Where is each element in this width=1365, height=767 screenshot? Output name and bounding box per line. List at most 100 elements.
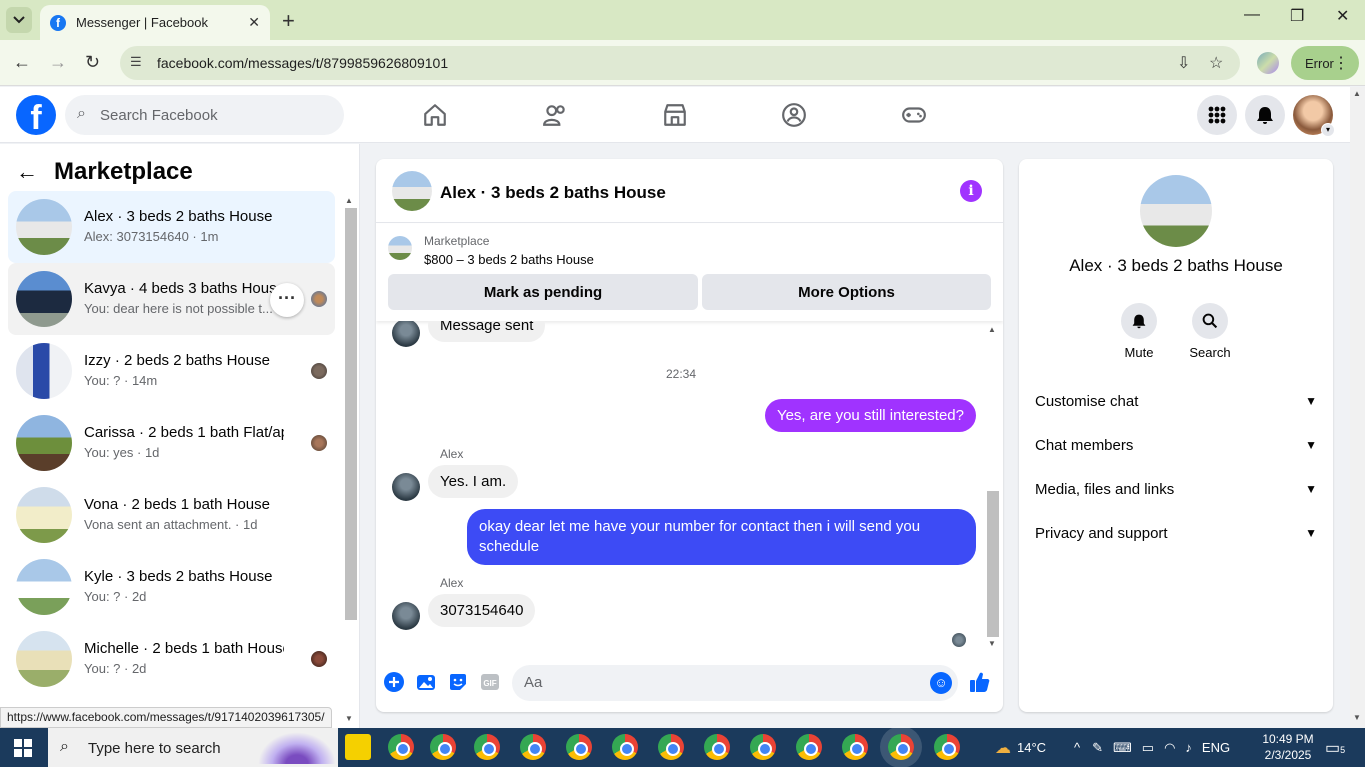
conversation-item[interactable]: Carissa · 2 beds 1 bath Flat/ap... You: … [8,407,335,479]
pen-icon[interactable]: ✎ [1092,740,1103,756]
tab-search-button[interactable] [6,7,32,33]
restore-button[interactable]: ❐ [1290,6,1304,26]
volume-icon[interactable]: ♪ [1185,740,1192,755]
chat-header: Alex · 3 beds 2 baths House i [376,159,1003,223]
forward-button[interactable]: → [49,52,67,73]
site-info-icon[interactable]: ☰ [130,54,148,72]
chrome-icon[interactable] [750,734,776,760]
more-options-button[interactable]: More Options [702,274,991,310]
minimize-button[interactable]: — [1244,6,1260,24]
sticker-icon[interactable] [447,671,469,693]
scroll-down-arrow-icon[interactable]: ▼ [345,714,353,723]
notification-center-icon[interactable]: ▭5 [1325,738,1345,758]
listing-price[interactable]: $800 – 3 beds 2 baths House [424,252,594,267]
scroll-up-arrow-icon[interactable]: ▲ [1353,89,1361,98]
emoji-icon[interactable]: ☺ [930,672,952,694]
page-scrollbar[interactable]: ▲ ▼ [1350,87,1365,728]
chrome-icon[interactable] [566,734,592,760]
privacy-support-section[interactable]: Privacy and support ▼ [1035,511,1317,555]
reload-button[interactable]: ↻ [85,52,100,73]
close-window-button[interactable]: ✕ [1336,6,1349,26]
home-nav-icon[interactable] [415,99,455,131]
windows-taskbar: ⌕ Type here to search ☁ 14°C ^ ✎ ⌨ ▭ ◠ ♪… [0,728,1365,767]
chrome-icon[interactable] [388,734,414,760]
scroll-down-arrow-icon[interactable]: ▼ [1353,713,1361,722]
browser-tab[interactable]: f Messenger | Facebook ✕ [40,5,270,40]
weather-icon: ☁ [995,739,1011,757]
install-app-icon[interactable]: ⇩ [1177,53,1190,73]
profile-error-button[interactable]: Error ⋮ [1291,46,1359,80]
chrome-icon[interactable] [704,734,730,760]
show-hidden-icons-chevron-up-icon[interactable]: ^ [1074,740,1080,755]
chat-avatar[interactable] [392,171,432,211]
conversation-name: Kyle · 3 beds 2 baths House [84,568,273,585]
conversation-item[interactable]: Alex · 3 beds 2 baths House Alex: 307315… [8,191,335,263]
media-files-links-section[interactable]: Media, files and links ▼ [1035,467,1317,511]
back-button[interactable]: ← [13,52,31,73]
listing-thumbnail[interactable] [388,236,412,260]
ime-icon[interactable]: ⌨ [1113,740,1132,756]
chrome-icon[interactable] [612,734,638,760]
photo-icon[interactable] [415,671,437,693]
facebook-search-input[interactable]: ⌕ Search Facebook [65,95,344,135]
message-input[interactable]: Aa ☺ [512,665,958,701]
listing-thumbnail [16,343,72,399]
chrome-icon[interactable] [842,734,868,760]
chat-members-section[interactable]: Chat members ▼ [1035,423,1317,467]
bookmark-star-icon[interactable]: ☆ [1209,53,1223,73]
chrome-icon[interactable] [658,734,684,760]
chrome-icon[interactable] [934,734,960,760]
conversation-item[interactable]: Michelle · 2 beds 1 bath House You: ? · … [8,623,335,695]
account-avatar[interactable]: ▾ [1293,95,1335,137]
customise-chat-section[interactable]: Customise chat ▼ [1035,379,1317,423]
conversation-item[interactable]: Vona · 2 beds 1 bath House Vona sent an … [8,479,335,551]
notifications-button[interactable] [1245,95,1285,135]
windows-start-icon[interactable] [14,739,32,757]
scroll-up-arrow-icon[interactable]: ▲ [988,325,996,334]
info-icon[interactable]: i [960,180,982,202]
profile-avatar[interactable] [1140,175,1212,247]
weather-widget[interactable]: ☁ 14°C [995,728,1046,767]
scrollbar-thumb[interactable] [345,208,357,620]
sticky-notes-icon[interactable] [345,734,371,760]
new-tab-button[interactable]: + [282,8,295,34]
gif-icon[interactable]: GIF [479,671,501,693]
language-indicator[interactable]: ENG [1202,740,1230,755]
scroll-down-arrow-icon[interactable]: ▼ [988,639,996,648]
scroll-up-arrow-icon[interactable]: ▲ [345,196,353,205]
chrome-icon-active[interactable] [888,734,914,760]
conversation-item[interactable]: Izzy · 2 beds 2 baths House You: ? · 14m [8,335,335,407]
chrome-icon[interactable] [474,734,500,760]
grid-icon [1208,106,1226,124]
mark-as-pending-button[interactable]: Mark as pending [388,274,698,310]
battery-icon[interactable]: ▭ [1142,740,1154,756]
weather-temp: 14°C [1017,740,1047,755]
scrollbar-thumb[interactable] [987,491,999,637]
gaming-nav-icon[interactable] [894,99,934,131]
friends-nav-icon[interactable] [535,99,575,131]
address-bar[interactable]: ☰ facebook.com/messages/t/87998596268091… [120,46,1240,80]
groups-nav-icon[interactable] [774,99,814,131]
conversation-item[interactable]: Kavya · 4 beds 3 baths House You: dear h… [8,263,335,335]
search-in-chat-button[interactable]: Search [1180,303,1240,360]
facebook-logo-icon[interactable]: f [16,95,56,135]
chat-title[interactable]: Alex · 3 beds 2 baths House [440,183,666,203]
wifi-icon[interactable]: ◠ [1164,740,1175,756]
menu-grid-button[interactable] [1197,95,1237,135]
add-action-icon[interactable] [383,671,405,693]
taskbar-search-box[interactable]: ⌕ Type here to search [48,728,338,767]
clock[interactable]: 10:49 PM 2/3/2025 [1258,731,1318,763]
marketplace-nav-icon[interactable] [655,99,695,131]
sidebar-scrollbar[interactable]: ▲ ▼ [343,194,357,724]
message-scrollbar[interactable]: ▲ ▼ [986,321,1000,651]
mute-button[interactable]: Mute [1109,303,1169,360]
conversation-options-button[interactable]: ··· [270,283,304,317]
chrome-icon[interactable] [796,734,822,760]
chrome-icon[interactable] [430,734,456,760]
chrome-icon[interactable] [520,734,546,760]
back-arrow-icon[interactable]: ← [16,159,38,185]
extension-icon[interactable] [1257,52,1279,74]
conversation-item[interactable]: Kyle · 3 beds 2 baths House You: ? · 2d [8,551,335,623]
close-tab-icon[interactable]: ✕ [248,14,260,31]
like-thumb-icon[interactable] [969,671,991,693]
